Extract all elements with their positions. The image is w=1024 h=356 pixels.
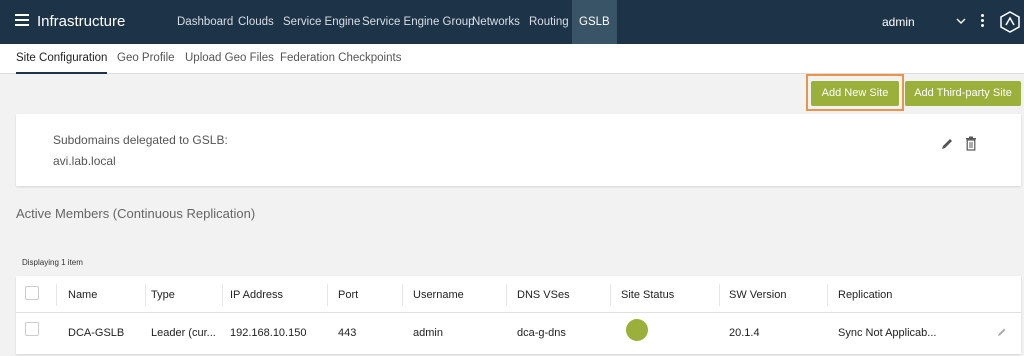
cell-sw-version: 20.1.4 (729, 327, 760, 339)
cell-username: admin (413, 327, 443, 339)
column-separator (222, 284, 223, 306)
add-third-party-site-button[interactable]: Add Third-party Site (905, 81, 1021, 106)
col-header-ip-address[interactable]: IP Address (230, 289, 283, 301)
add-new-site-button[interactable]: Add New Site (811, 81, 899, 106)
displaying-count: Displaying 1 item (22, 258, 83, 267)
top-nav-bar: Infrastructure Dashboard Clouds Service … (0, 0, 1024, 44)
col-header-site-status[interactable]: Site Status (621, 289, 674, 301)
nav-clouds[interactable]: Clouds (238, 0, 274, 44)
select-all-checkbox[interactable] (25, 286, 39, 300)
subdomains-value: avi.lab.local (53, 154, 116, 168)
col-header-username[interactable]: Username (413, 289, 464, 301)
col-header-dns-vses[interactable]: DNS VSes (517, 289, 570, 301)
col-header-port[interactable]: Port (338, 289, 358, 301)
subdomains-label: Subdomains delegated to GSLB: (53, 133, 228, 147)
chevron-down-icon[interactable] (955, 15, 967, 27)
nav-networks[interactable]: Networks (472, 0, 520, 44)
col-header-replication[interactable]: Replication (838, 289, 892, 301)
cell-name[interactable]: DCA-GSLB (68, 327, 124, 339)
column-separator (719, 284, 720, 306)
app-title: Infrastructure (37, 13, 126, 30)
nav-service-engine[interactable]: Service Engine (283, 0, 360, 44)
hamburger-menu-icon[interactable] (15, 14, 29, 28)
header-divider (16, 312, 1021, 313)
cell-dns-vses: dca-g-dns (517, 327, 566, 339)
nav-dashboard[interactable]: Dashboard (177, 0, 233, 44)
row-checkbox[interactable] (25, 322, 39, 336)
cell-port: 443 (338, 327, 357, 339)
column-separator (402, 284, 403, 306)
edit-pencil-icon[interactable] (940, 137, 954, 151)
col-header-type[interactable]: Type (151, 289, 175, 301)
column-separator (327, 284, 328, 306)
tab-geo-profile[interactable]: Geo Profile (117, 44, 175, 74)
cell-type: Leader (cur... (151, 327, 216, 339)
nav-gslb[interactable]: GSLB (572, 0, 617, 44)
site-status-dot (626, 319, 648, 341)
nav-routing[interactable]: Routing (529, 0, 569, 44)
kebab-menu-icon[interactable] (981, 14, 985, 30)
members-table: Name Type IP Address Port Username DNS V… (16, 276, 1021, 354)
col-header-sw-version[interactable]: SW Version (729, 289, 786, 301)
subtabs-bar: Site Configuration Geo Profile Upload Ge… (0, 44, 1024, 74)
column-separator (827, 284, 828, 306)
column-separator (506, 284, 507, 306)
row-edit-pencil-icon[interactable] (997, 327, 1007, 337)
column-separator (56, 284, 57, 306)
column-separator (610, 284, 611, 306)
cell-replication: Sync Not Applicab... (838, 327, 937, 339)
avi-logo-icon[interactable] (1000, 11, 1020, 33)
trash-icon[interactable] (965, 136, 977, 151)
user-menu[interactable]: admin (882, 0, 915, 44)
section-title: Active Members (Continuous Replication) (16, 206, 256, 221)
cell-ip-address: 192.168.10.150 (230, 327, 307, 339)
nav-service-engine-group[interactable]: Service Engine Group (362, 0, 475, 44)
tab-site-configuration[interactable]: Site Configuration (16, 44, 108, 74)
tab-upload-geo-files[interactable]: Upload Geo Files (185, 44, 274, 74)
col-header-name[interactable]: Name (68, 289, 97, 301)
tab-federation-checkpoints[interactable]: Federation Checkpoints (280, 44, 401, 74)
column-separator (145, 284, 146, 306)
subdomains-card: Subdomains delegated to GSLB: avi.lab.lo… (16, 114, 1021, 186)
